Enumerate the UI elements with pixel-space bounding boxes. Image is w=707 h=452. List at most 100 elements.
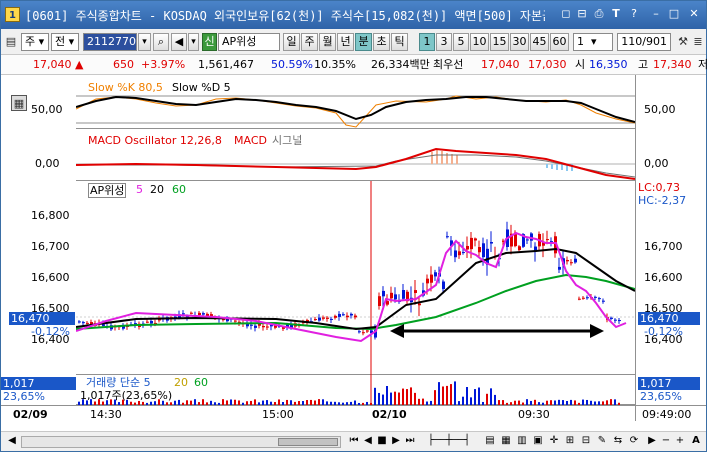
grid-table-icon[interactable]: ▦ (11, 95, 27, 111)
change-percent: +3.97% (141, 58, 186, 71)
volume-bar (442, 386, 444, 405)
candle-body (262, 325, 265, 328)
period-button-4[interactable]: 분 (355, 33, 372, 51)
app-number-badge[interactable]: 1 (5, 7, 20, 22)
restore-icon[interactable]: ◻ (559, 7, 573, 21)
left-current-pct: -0,12% (31, 325, 70, 338)
period-button-3[interactable]: 년 (337, 33, 354, 51)
minute-button-1[interactable]: 1 (419, 33, 435, 51)
grid-icon[interactable]: ▦ (499, 434, 513, 448)
macd-left-tick: 0,00 (35, 157, 60, 170)
candle-body (546, 239, 549, 241)
high-label: 고 (638, 58, 649, 71)
macd-pane[interactable]: MACD Oscillator 12,26,8 MACD 시그널 (76, 129, 635, 181)
menu-icon[interactable]: ≣ (690, 34, 706, 50)
minute-button-15[interactable]: 15 (490, 33, 509, 51)
volume-left-axis: 1,017 23,65% (1, 375, 76, 405)
scroll-right-icon[interactable]: ▶ (645, 434, 659, 448)
period-button-0[interactable]: 일 (283, 33, 300, 51)
period-select[interactable]: 전 ▾ (51, 33, 79, 51)
trade-amount: 26,334백만 (371, 58, 430, 71)
up-arrow-icon: ▲ (75, 58, 84, 71)
price-pane[interactable]: AP위성 5 20 60 (76, 181, 635, 375)
compare-icon[interactable]: ⇆ (611, 434, 625, 448)
next-icon[interactable]: ▶ (389, 434, 403, 448)
candle-body (478, 247, 481, 253)
minute-button-30[interactable]: 30 (510, 33, 529, 51)
volume-bar (410, 387, 412, 405)
sound-icon[interactable]: ◀ (171, 33, 187, 51)
candle-body (458, 251, 461, 256)
close-icon[interactable]: ✕ (687, 7, 701, 21)
period-button-1[interactable]: 주 (301, 33, 318, 51)
zoom-slider[interactable]: ├──┼──┤ (421, 434, 477, 448)
volume-left-pct: 23,65% (3, 390, 45, 403)
stop-icon[interactable]: ■ (375, 434, 389, 448)
sync-icon[interactable]: ⟳ (627, 434, 641, 448)
stochastic-pane[interactable]: Slow %K 80,5 Slow %D 5 (76, 75, 635, 129)
prev-icon[interactable]: ◀ (361, 434, 375, 448)
code-dropdown-icon[interactable]: ▾ (138, 33, 151, 51)
link-icon[interactable]: ⊟ (575, 7, 589, 21)
draw-icon[interactable]: ✎ (595, 434, 609, 448)
minute-button-60[interactable]: 60 (550, 33, 569, 51)
time-label-3: 02/10 (372, 408, 407, 421)
zoom-in-icon[interactable]: + (673, 434, 687, 448)
candle-body (426, 278, 429, 284)
chart-scrollbar[interactable] (21, 436, 341, 448)
scroll-thumb[interactable] (278, 438, 338, 446)
candle-body (466, 245, 469, 250)
sound-dropdown-icon[interactable]: ▾ (188, 33, 199, 51)
tool-icon[interactable]: ⚒ (675, 34, 691, 50)
text-icon[interactable]: T (609, 7, 623, 21)
last-icon[interactable]: ⏭ (403, 434, 417, 448)
period-button-2[interactable]: 월 (319, 33, 336, 51)
candle-body (334, 315, 337, 318)
toggle-icon[interactable]: ⊟ (579, 434, 593, 448)
search-icon[interactable]: ⌕ (153, 33, 169, 51)
minimize-icon[interactable]: – (649, 7, 663, 21)
best-label: 최우선 (433, 58, 464, 71)
volume-pane[interactable]: 거래량 단순 5 20 60 1,017주(23,65%) (76, 375, 635, 405)
candle-body (250, 324, 253, 326)
candle-body (594, 296, 597, 298)
right-current-pct: -0,12% (644, 325, 683, 338)
candle-body (430, 274, 433, 283)
font-size-icon[interactable]: A (689, 434, 703, 448)
candle-body (198, 312, 201, 316)
period-button-6[interactable]: 틱 (391, 33, 408, 51)
candle-body (518, 246, 521, 251)
crosshair-icon[interactable]: ✛ (547, 434, 561, 448)
count-select[interactable]: 1 ▾ (573, 33, 613, 51)
scroll-left-icon[interactable]: ◀ (5, 434, 19, 448)
volume-total: 1,561,467 (198, 58, 254, 71)
macd-right-tick: 0,00 (644, 157, 669, 170)
minute-button-45[interactable]: 45 (530, 33, 549, 51)
print-icon[interactable]: ⎙ (592, 7, 606, 21)
toolbar: ▤ 주 ▾ 전 ▾ 2112770 ▾ ⌕ ◀ ▾ 신 AP위성 1 ▾ 110… (1, 29, 706, 55)
candle-body (402, 290, 405, 299)
zoom-out-icon[interactable]: − (659, 434, 673, 448)
time-label-1: 14:30 (90, 408, 122, 421)
candle-body (550, 241, 553, 243)
candle-body (390, 292, 393, 299)
chart-control-bar: ◀ ⏮ ◀ ■ ▶ ⏭ ├──┼──┤ ▤ ▦ ▥ ▣ ✛ ⊞ ⊟ ✎ ⇆ ⟳ … (1, 431, 706, 451)
table-icon[interactable]: ▤ (483, 434, 497, 448)
minute-button-3[interactable]: 3 (436, 33, 452, 51)
chart-type-icon[interactable]: ⊞ (563, 434, 577, 448)
chart-area[interactable]: ▦ 50,00 0,00 16,800 16,700 16,600 16,500… (1, 75, 706, 431)
settings-icon[interactable]: ▤ (3, 34, 19, 50)
window-icon[interactable]: ▣ (531, 434, 545, 448)
first-icon[interactable]: ⏮ (347, 434, 361, 448)
list-icon[interactable]: ▥ (515, 434, 529, 448)
maximize-icon[interactable]: □ (667, 7, 681, 21)
market-select[interactable]: 주 ▾ (21, 33, 49, 51)
candle-body (354, 315, 357, 318)
minute-button-10[interactable]: 10 (470, 33, 489, 51)
help-icon[interactable]: ? (627, 7, 641, 21)
code-input[interactable]: 2112770 (83, 33, 137, 51)
candle-body (146, 321, 149, 323)
period-button-5[interactable]: 초 (373, 33, 390, 51)
minute-button-5[interactable]: 5 (453, 33, 469, 51)
volume-bar (494, 394, 496, 405)
